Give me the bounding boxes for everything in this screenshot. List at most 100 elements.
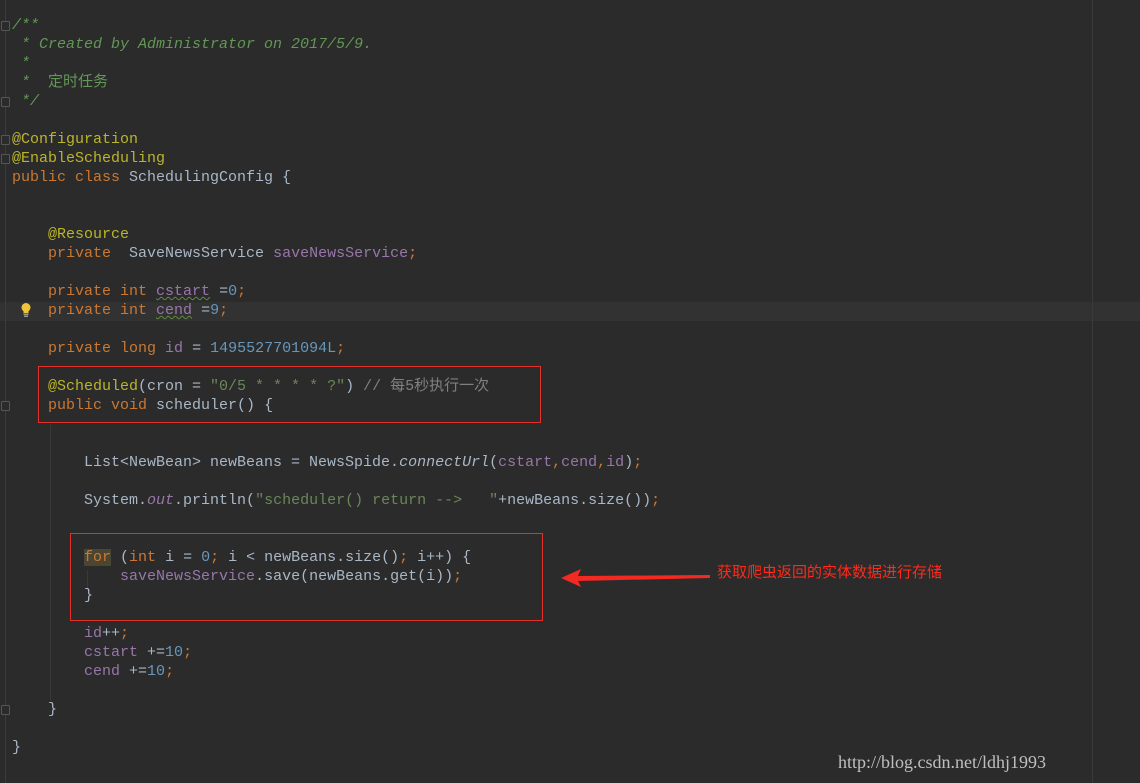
fold-marker-icon[interactable]: [1, 705, 10, 715]
code-token: id: [84, 625, 103, 642]
code-token: =: [210, 283, 229, 300]
code-line[interactable]: [12, 510, 660, 529]
fold-marker-icon[interactable]: [1, 135, 10, 145]
gutter-fold-line: [5, 0, 6, 783]
code-token: System.: [12, 492, 148, 509]
code-token: =: [183, 340, 211, 357]
gutter: [0, 0, 12, 783]
code-token: @EnableScheduling: [12, 150, 166, 167]
code-line[interactable]: [12, 187, 660, 206]
code-token: ): [624, 454, 634, 471]
code-line[interactable]: /**: [12, 16, 660, 35]
code-token: ;: [237, 283, 247, 300]
code-token: cend: [84, 663, 121, 680]
code-token: ;: [183, 644, 193, 661]
code-line[interactable]: private SaveNewsService saveNewsService;: [12, 244, 660, 263]
code-token: *: [12, 74, 49, 91]
code-token: .println(: [174, 492, 256, 509]
code-line[interactable]: [12, 472, 660, 491]
code-line[interactable]: List<NewBean> newBeans = NewsSpide.conne…: [12, 453, 660, 472]
code-line[interactable]: private int cstart =0;: [12, 282, 660, 301]
code-token: 10: [147, 663, 166, 680]
arrow-icon: [561, 569, 710, 587]
fold-marker-icon[interactable]: [1, 401, 10, 411]
code-token: out: [147, 492, 175, 509]
fold-marker-icon[interactable]: [1, 21, 10, 31]
code-line[interactable]: [12, 434, 660, 453]
code-token: id: [165, 340, 184, 357]
code-line[interactable]: @Resource: [12, 225, 660, 244]
code-line[interactable]: }: [12, 738, 660, 757]
code-token: connectUrl: [399, 454, 490, 471]
code-token: List<NewBean> newBeans = NewsSpide.: [12, 454, 400, 471]
highlight-box-for-loop: [70, 533, 543, 621]
code-token: +=: [120, 663, 148, 680]
code-line[interactable]: *: [12, 54, 660, 73]
code-token: =: [192, 302, 211, 319]
code-token: 10: [165, 644, 184, 661]
code-token: (: [489, 454, 499, 471]
code-token: ,: [597, 454, 607, 471]
code-token: ;: [408, 245, 418, 262]
code-token: SchedulingConfig {: [129, 169, 292, 186]
code-token: public class: [12, 169, 130, 186]
code-line[interactable]: private int cend =9;: [12, 301, 660, 320]
fold-marker-icon[interactable]: [1, 97, 10, 107]
right-margin-guide: [1092, 0, 1093, 783]
code-line[interactable]: id++;: [12, 624, 660, 643]
watermark: http://blog.csdn.net/ldhj1993: [838, 752, 1046, 772]
code-line[interactable]: cstart +=10;: [12, 643, 660, 662]
code-token: ,: [552, 454, 562, 471]
code-token: @Configuration: [12, 131, 139, 148]
code-line[interactable]: [12, 719, 660, 738]
code-token: * Created by Administrator on 2017/5/9.: [12, 36, 373, 53]
code-line[interactable]: System.out.println("scheduler() return -…: [12, 491, 660, 510]
code-token: }: [12, 701, 58, 718]
code-token: 0: [228, 283, 238, 300]
code-line[interactable]: * 定时任务: [12, 73, 660, 92]
code-token: cend: [156, 302, 193, 319]
code-token: cstart: [156, 283, 211, 300]
code-line[interactable]: [12, 263, 660, 282]
code-token: ;: [120, 625, 130, 642]
code-token: *: [12, 55, 31, 72]
code-token: */: [12, 93, 40, 110]
annotation-text: 获取爬虫返回的实体数据进行存储: [717, 563, 943, 581]
code-line[interactable]: */: [12, 92, 660, 111]
code-token: ;: [336, 340, 346, 357]
code-token: }: [12, 739, 22, 756]
code-token: private int: [48, 283, 157, 300]
fold-marker-icon[interactable]: [1, 154, 10, 164]
code-token: ;: [219, 302, 229, 319]
code-line[interactable]: [12, 681, 660, 700]
code-line[interactable]: private long id = 1495527701094L;: [12, 339, 660, 358]
code-token: private: [48, 245, 130, 262]
code-token: +newBeans.size()): [498, 492, 652, 509]
code-token: ;: [633, 454, 643, 471]
code-line[interactable]: }: [12, 700, 660, 719]
code-line[interactable]: @Configuration: [12, 130, 660, 149]
code-line[interactable]: [12, 320, 660, 339]
code-token: ;: [165, 663, 175, 680]
code-token: id: [606, 454, 625, 471]
code-line[interactable]: [12, 111, 660, 130]
code-token: cend: [561, 454, 598, 471]
code-token: "scheduler() return --> ": [255, 492, 499, 509]
code-token: ++: [102, 625, 121, 642]
code-line[interactable]: cend +=10;: [12, 662, 660, 681]
code-token: private int: [48, 302, 157, 319]
code-line[interactable]: @EnableScheduling: [12, 149, 660, 168]
code-token: cstart: [84, 644, 139, 661]
code-line[interactable]: public class SchedulingConfig {: [12, 168, 660, 187]
highlight-box-scheduled: [38, 366, 541, 423]
code-line[interactable]: [12, 206, 660, 225]
code-token: SaveNewsService: [129, 245, 274, 262]
code-line[interactable]: * Created by Administrator on 2017/5/9.: [12, 35, 660, 54]
